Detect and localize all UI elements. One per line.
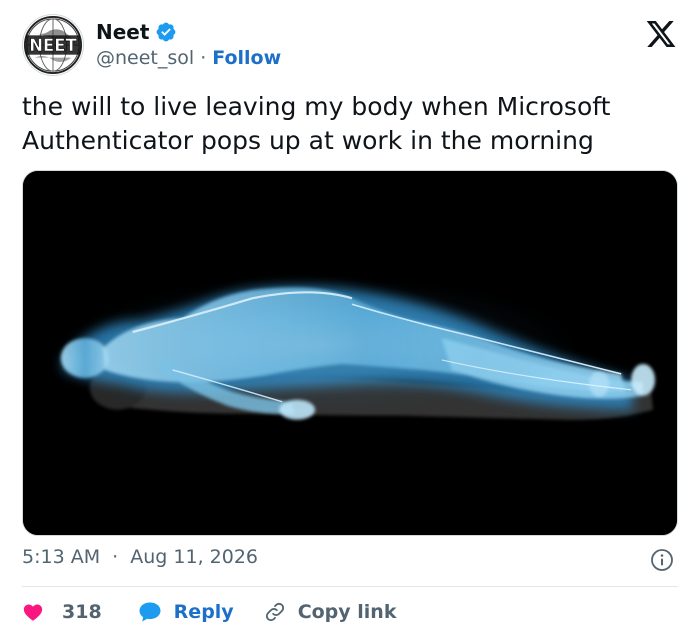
author-display-name[interactable]: Neet xyxy=(96,20,149,44)
info-icon[interactable] xyxy=(650,548,674,572)
speech-bubble-icon xyxy=(139,602,161,622)
astral-projection-image xyxy=(23,171,677,535)
timestamp-separator: · xyxy=(112,546,119,568)
link-icon xyxy=(265,602,284,622)
tweet-media-image[interactable] xyxy=(22,170,678,536)
tweet-date: Aug 11, 2026 xyxy=(130,546,258,568)
tweet-time: 5:13 AM xyxy=(22,546,101,568)
author-handle-row: @neet_sol · Follow xyxy=(96,47,281,69)
handle-separator: · xyxy=(200,47,207,69)
neet-logo-image: NEET xyxy=(23,15,83,75)
copy-link-button[interactable]: Copy link xyxy=(264,601,397,623)
verified-badge-icon xyxy=(157,22,176,42)
author-name-row: Neet xyxy=(96,20,177,44)
actions-divider xyxy=(22,586,678,587)
tweet-actions: 318 Reply Copy link xyxy=(22,598,396,626)
avatar[interactable]: NEET xyxy=(22,14,84,76)
tweet-text: the will to live leaving my body when Mi… xyxy=(22,92,619,155)
heart-icon xyxy=(23,604,43,621)
tweet-card: NEET Neet @neet_sol · Follow the will to… xyxy=(0,0,700,638)
reply-button[interactable]: Reply xyxy=(138,601,234,623)
reply-label: Reply xyxy=(173,601,234,623)
avatar-logo-text: NEET xyxy=(29,36,77,55)
x-logo-icon[interactable] xyxy=(644,18,678,50)
author-handle[interactable]: @neet_sol xyxy=(96,47,194,69)
copy-link-label: Copy link xyxy=(297,601,397,623)
follow-button[interactable]: Follow xyxy=(212,47,281,69)
like-count: 318 xyxy=(62,601,102,623)
tweet-timestamp[interactable]: 5:13 AM · Aug 11, 2026 xyxy=(22,546,258,568)
like-button[interactable]: 318 xyxy=(22,601,102,623)
